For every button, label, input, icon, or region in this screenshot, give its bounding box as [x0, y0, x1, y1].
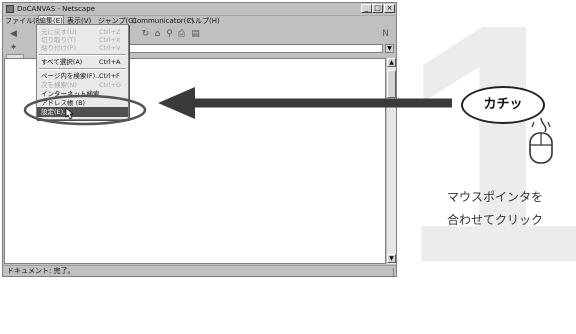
mouse-icon	[529, 117, 553, 164]
pointer-arrow-head-icon	[158, 87, 195, 119]
mouse-cursor-icon	[65, 107, 74, 120]
highlight-ellipse	[23, 94, 147, 126]
instruction-line-2: 合わせてクリック	[447, 213, 544, 227]
callout-text: カチッ	[483, 97, 523, 112]
instruction-line-1: マウスポインタを	[447, 190, 544, 204]
click-callout: カチッ	[461, 86, 545, 124]
annotation-overlay	[23, 87, 553, 164]
